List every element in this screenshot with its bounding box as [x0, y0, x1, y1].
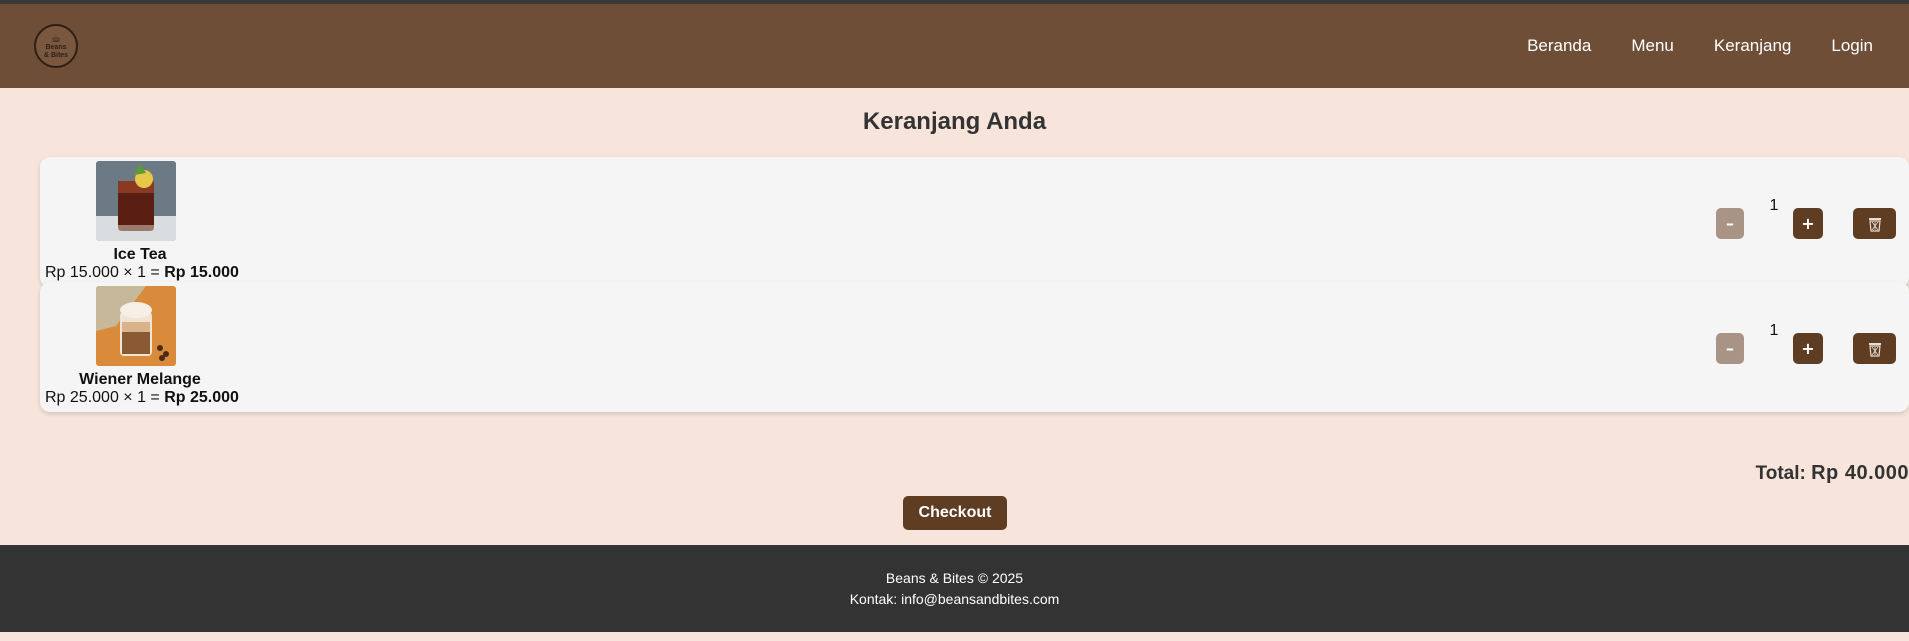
trash-icon: [1868, 217, 1881, 232]
total-amount: Rp 40.000: [1811, 462, 1909, 484]
cart-page: Keranjang Anda Ice Tea Rp 15.000 × 1 = R…: [0, 88, 1909, 545]
cart-item-wiener-melange: Wiener Melange Rp 25.000 × 1 = Rp 25.000…: [40, 282, 1909, 412]
footer-contact: Kontak: info@beansandbites.com: [849, 590, 1060, 607]
decrease-quantity-button[interactable]: –: [1716, 333, 1744, 364]
page-title: Keranjang Anda: [862, 108, 1047, 135]
increase-quantity-button[interactable]: +: [1793, 333, 1823, 364]
item-subtotal: Rp 25.000: [164, 389, 239, 406]
coffee-cup-icon: ☕: [50, 31, 62, 45]
nav-link-menu[interactable]: Menu: [1631, 36, 1674, 56]
site-header: ☕ Beans & Bites Beranda Menu Keranjang L…: [0, 4, 1909, 88]
main-nav: Beranda Menu Keranjang Login: [1487, 36, 1873, 56]
item-multiplier: × 1 =: [123, 264, 160, 281]
item-price-line: Rp 15.000 × 1 = Rp 15.000: [45, 264, 239, 282]
item-name: Wiener Melange: [79, 371, 201, 388]
item-unit-price: Rp 25.000: [45, 389, 119, 406]
logo-text-top: Beans: [45, 44, 67, 51]
footer-copyright: Beans & Bites © 2025: [885, 569, 1024, 586]
checkout-button[interactable]: Checkout: [903, 496, 1007, 530]
item-subtotal: Rp 15.000: [164, 264, 239, 281]
remove-item-button[interactable]: [1853, 208, 1896, 239]
site-footer: Beans & Bites © 2025 Kontak: info@beansa…: [0, 545, 1909, 632]
item-unit-price: Rp 15.000: [45, 264, 119, 281]
decrease-quantity-button[interactable]: –: [1716, 208, 1744, 239]
item-multiplier: × 1 =: [123, 389, 160, 406]
wiener-melange-image: [96, 286, 176, 366]
trash-icon: [1868, 342, 1881, 357]
cart-item-ice-tea: Ice Tea Rp 15.000 × 1 = Rp 15.000 – 1 +: [40, 157, 1909, 287]
nav-link-login[interactable]: Login: [1831, 36, 1873, 56]
nav-link-keranjang[interactable]: Keranjang: [1714, 36, 1792, 56]
item-quantity: 1: [1769, 197, 1779, 214]
logo-text-bottom: & Bites: [43, 52, 69, 59]
cart-total: Total: Rp 40.000: [1756, 462, 1909, 485]
item-quantity: 1: [1769, 322, 1779, 339]
increase-quantity-button[interactable]: +: [1793, 208, 1823, 239]
nav-link-beranda[interactable]: Beranda: [1527, 36, 1591, 56]
total-label: Total:: [1755, 463, 1806, 484]
item-name: Ice Tea: [113, 246, 167, 263]
ice-tea-image: [96, 161, 176, 241]
remove-item-button[interactable]: [1853, 333, 1896, 364]
item-price-line: Rp 25.000 × 1 = Rp 25.000: [45, 389, 239, 407]
site-logo[interactable]: ☕ Beans & Bites: [34, 24, 78, 68]
